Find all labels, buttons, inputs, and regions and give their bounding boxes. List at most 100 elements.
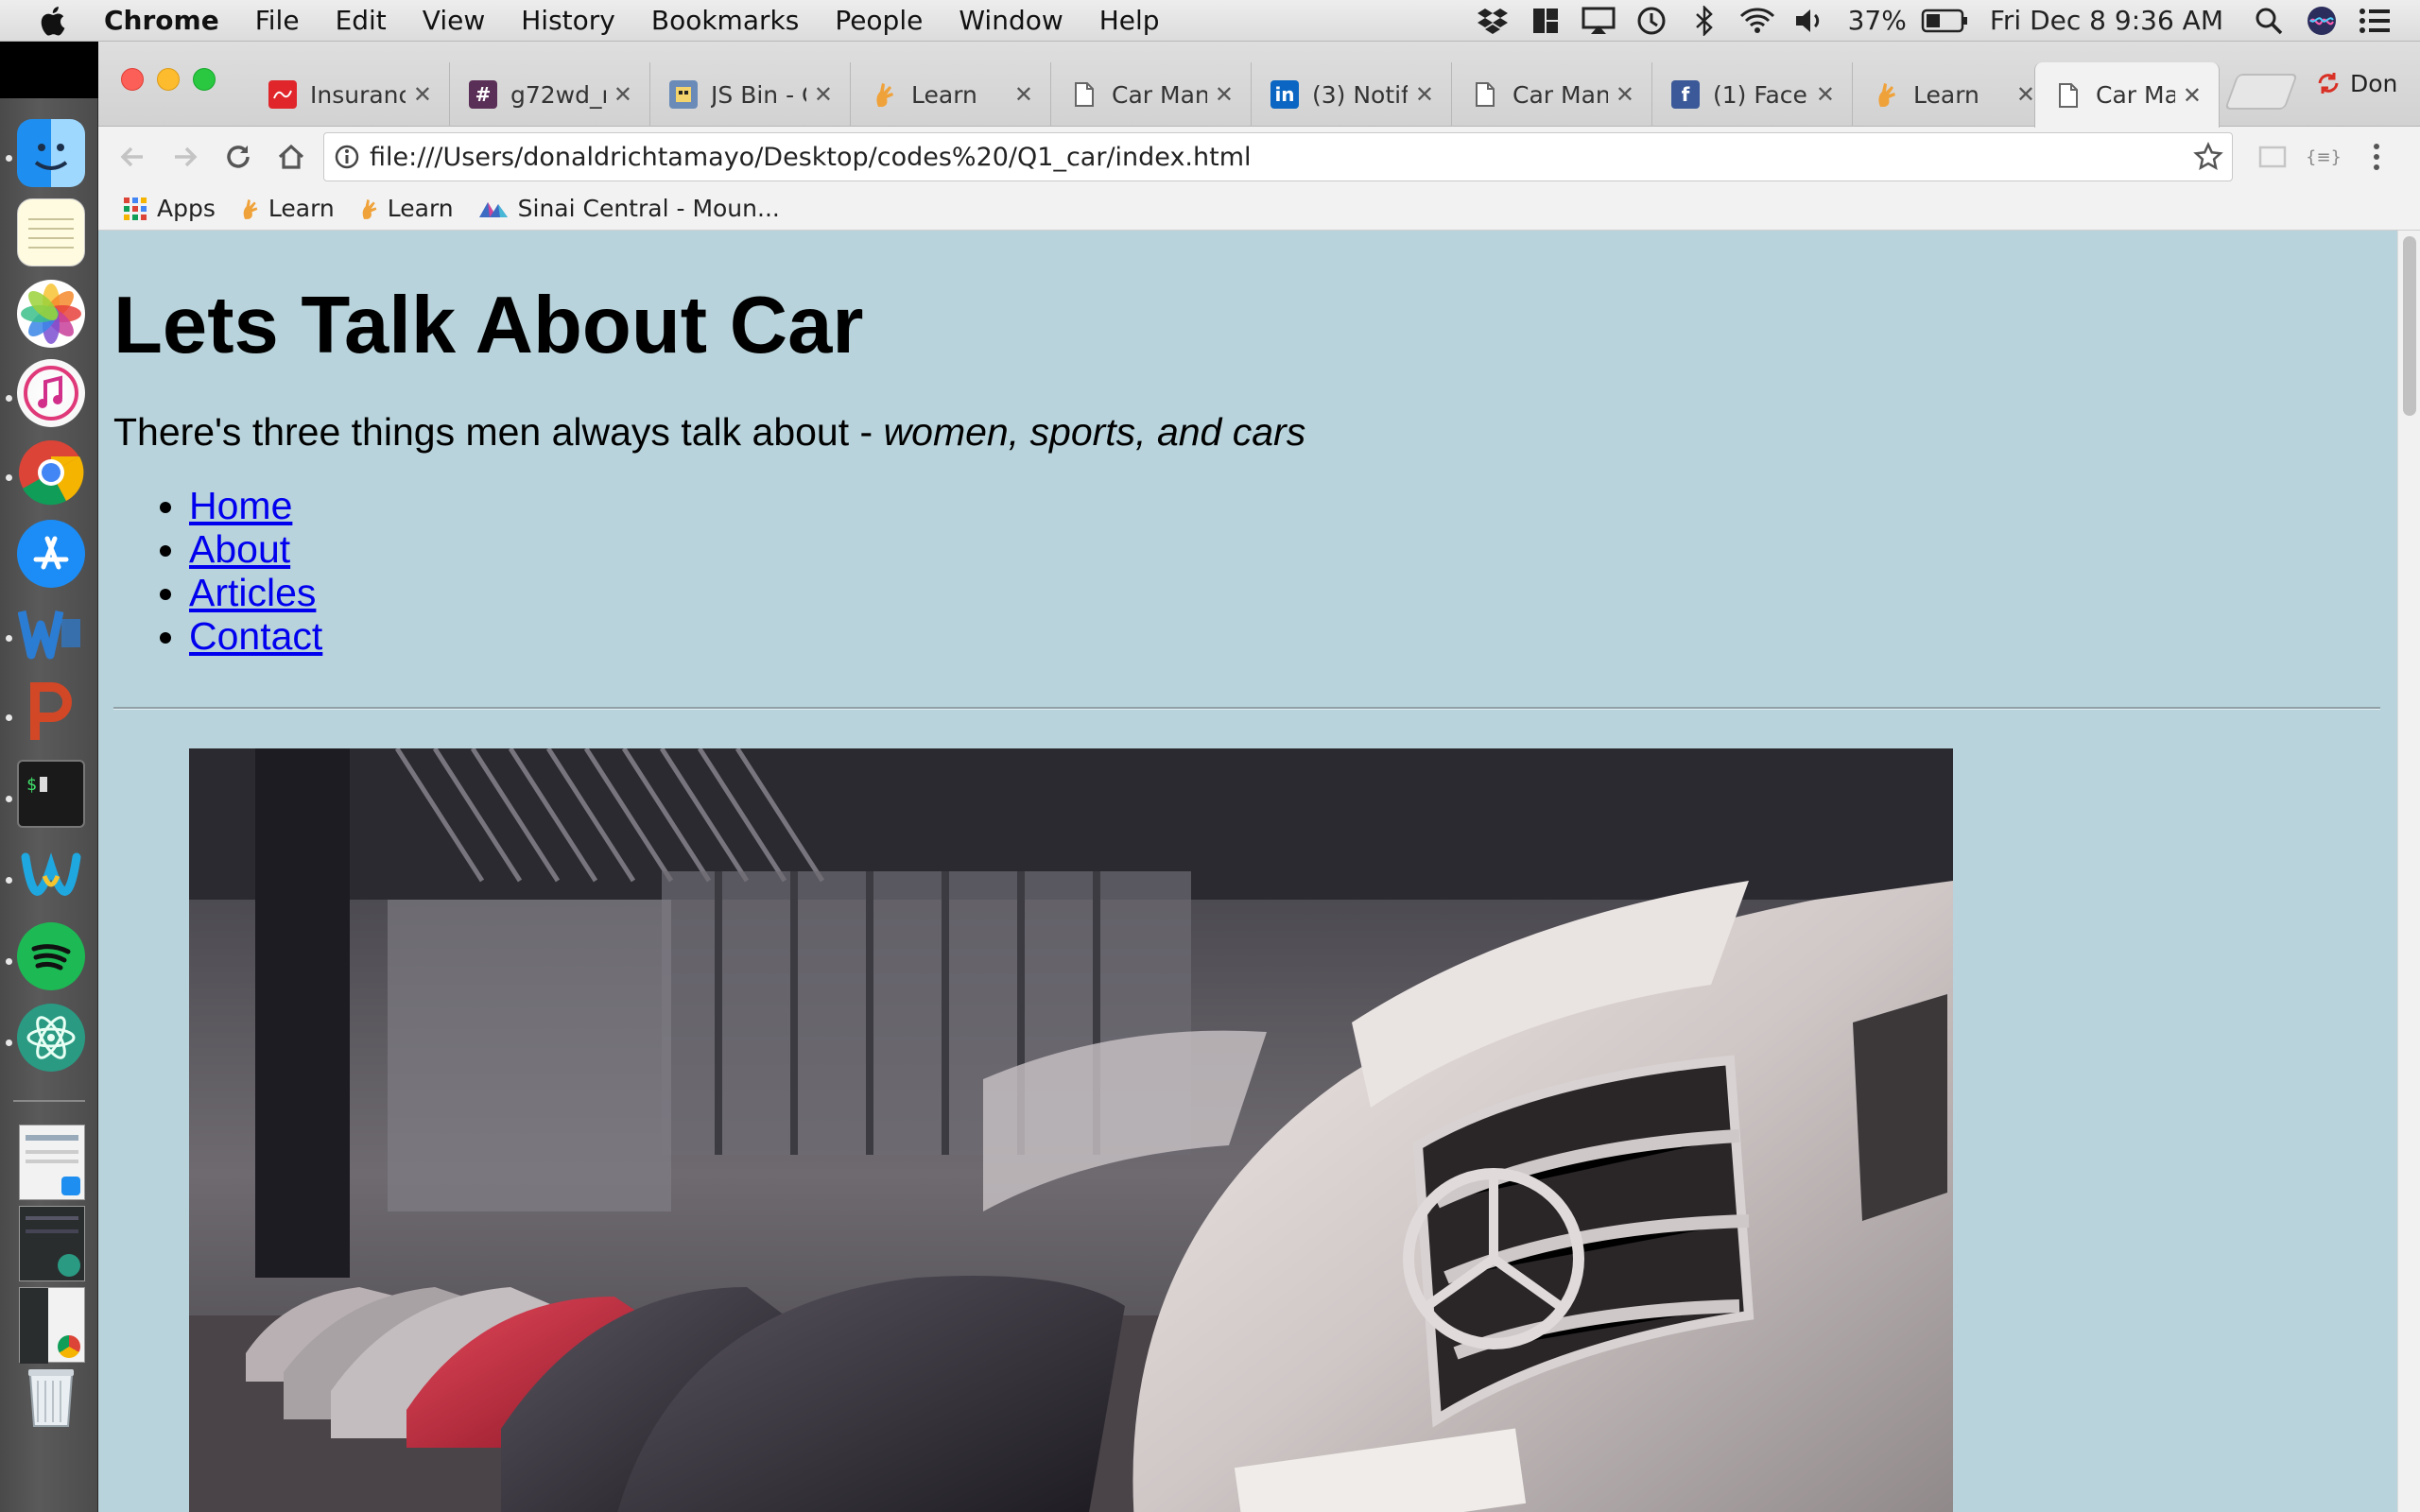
list-item: Contact [189,614,322,658]
menu-history[interactable]: History [503,0,633,42]
apple-menu-icon[interactable] [0,5,104,37]
nav-link-articles[interactable]: Articles [189,571,316,614]
close-tab-icon[interactable]: ✕ [2183,82,2202,109]
menu-app-name[interactable]: Chrome [104,0,237,42]
tab-learn-2[interactable]: Learn ✕ [1853,62,2053,127]
nav-link-contact[interactable]: Contact [189,614,322,658]
notes-icon[interactable] [17,198,85,266]
close-tab-icon[interactable]: ✕ [1816,81,1835,108]
close-tab-icon[interactable]: ✕ [814,81,833,108]
dock-running-indicator [6,1040,12,1046]
back-button[interactable] [112,136,153,178]
bookmark-learn-1[interactable]: Learn [240,195,335,222]
powerpoint-icon[interactable] [17,679,85,747]
clock[interactable]: Fri Dec 8 9:36 AM [1971,5,2242,36]
dropbox-icon[interactable] [1466,7,1519,35]
chrome-icon[interactable] [17,438,85,507]
bookmark-label: Apps [157,195,216,222]
page-viewport: Lets Talk About Car There's three things… [98,231,2420,1512]
menu-view[interactable]: View [405,0,503,42]
finder-icon[interactable] [17,119,85,187]
tab-insurance[interactable]: Insurance ✕ [250,62,450,127]
nav-link-about[interactable]: About [189,527,290,571]
photos-icon[interactable] [17,280,85,348]
app-store-icon[interactable] [17,520,85,588]
tab-car-manifesto-2[interactable]: Car Mani ✕ [1452,62,1652,127]
url-text[interactable]: file:///Users/donaldrichtamayo/Desktop/c… [370,143,2185,172]
bluetooth-icon[interactable] [1678,5,1731,36]
red-logo-icon [268,80,297,109]
terminal-icon[interactable]: $ [17,760,85,828]
close-window-button[interactable] [121,68,144,91]
bookmark-apps[interactable]: Apps [123,195,216,222]
menu-file[interactable]: File [237,0,318,42]
dock-top-shadow [0,42,98,98]
tab-strip: Insurance ✕ # g72wd_n ✕ JS Bin - C ✕ Lea… [98,42,2420,128]
window-manager-icon[interactable] [1519,7,1572,35]
forward-button[interactable] [164,136,206,178]
page-icon [1070,80,1098,109]
spotify-icon[interactable] [17,922,85,990]
close-tab-icon[interactable]: ✕ [2016,81,2035,108]
time-machine-icon[interactable] [1625,5,1678,37]
extension-cast-icon[interactable] [2256,140,2290,174]
siri-icon[interactable] [2295,6,2348,36]
page-scrollbar[interactable] [2397,231,2420,1512]
airplay-icon[interactable] [1572,7,1625,35]
menu-edit[interactable]: Edit [318,0,405,42]
tab-car-manifesto-1[interactable]: Car Mani ✕ [1051,62,1252,127]
close-tab-icon[interactable]: ✕ [1014,81,1033,108]
address-bar[interactable]: file:///Users/donaldrichtamayo/Desktop/c… [323,132,2233,181]
close-tab-icon[interactable]: ✕ [1616,81,1634,108]
zoom-window-button[interactable] [193,68,216,91]
menu-help[interactable]: Help [1081,0,1178,42]
dock-running-indicator [6,877,12,884]
screenshot-thumbnail-3[interactable] [19,1287,85,1364]
nav-link-home[interactable]: Home [189,484,292,527]
wunderlist-icon[interactable] [17,841,85,909]
notification-center-icon[interactable] [2348,8,2401,34]
scrollbar-thumb[interactable] [2403,236,2416,416]
tab-facebook[interactable]: f (1) Faceb ✕ [1652,62,1853,127]
bookmark-label: Sinai Central - Moun... [517,195,780,222]
bookmark-learn-2[interactable]: Learn [359,195,454,222]
tab-learn-1[interactable]: Learn ✕ [851,62,1051,127]
site-info-icon[interactable] [324,144,370,170]
dock-running-indicator [6,958,12,965]
extension-json-icon[interactable]: {≡} [2306,140,2342,174]
close-tab-icon[interactable]: ✕ [614,81,632,108]
bookmark-label: Learn [268,195,335,222]
reload-button[interactable] [217,136,259,178]
page-icon [1471,80,1499,109]
minimize-window-button[interactable] [157,68,180,91]
svg-text:$: $ [26,775,37,795]
screenshot-thumbnail-2[interactable] [19,1206,85,1281]
spotlight-search-icon[interactable] [2242,7,2295,35]
toolbar: file:///Users/donaldrichtamayo/Desktop/c… [98,127,2420,187]
new-tab-button[interactable] [2224,74,2298,110]
tab-jsbin[interactable]: JS Bin - C ✕ [650,62,851,127]
bookmark-sinai-central[interactable]: Sinai Central - Moun... [478,195,780,222]
battery-icon[interactable] [1918,9,1971,33]
home-button[interactable] [270,136,312,178]
wifi-icon[interactable] [1731,7,1784,35]
close-tab-icon[interactable]: ✕ [1415,81,1434,108]
close-tab-icon[interactable]: ✕ [413,81,432,108]
menu-bookmarks[interactable]: Bookmarks [633,0,817,42]
itunes-icon[interactable] [17,359,85,427]
trash-icon[interactable] [17,1363,85,1431]
tab-car-manifesto-active[interactable]: Car Mani ✕ [2034,62,2220,128]
chrome-menu-icon[interactable] [2360,140,2394,174]
volume-icon[interactable] [1784,7,1837,35]
screenshot-thumbnail-1[interactable] [19,1125,85,1200]
word-icon[interactable] [17,599,85,667]
profile-button[interactable]: Don [2316,62,2397,104]
tab-title: Learn [911,80,977,109]
tab-linkedin[interactable]: in (3) Notifi ✕ [1252,62,1452,127]
close-tab-icon[interactable]: ✕ [1215,81,1234,108]
atom-icon[interactable] [17,1004,85,1072]
menu-people[interactable]: People [817,0,941,42]
tab-slack[interactable]: # g72wd_n ✕ [450,62,650,127]
menu-window[interactable]: Window [941,0,1080,42]
bookmark-star-icon[interactable] [2185,142,2232,172]
